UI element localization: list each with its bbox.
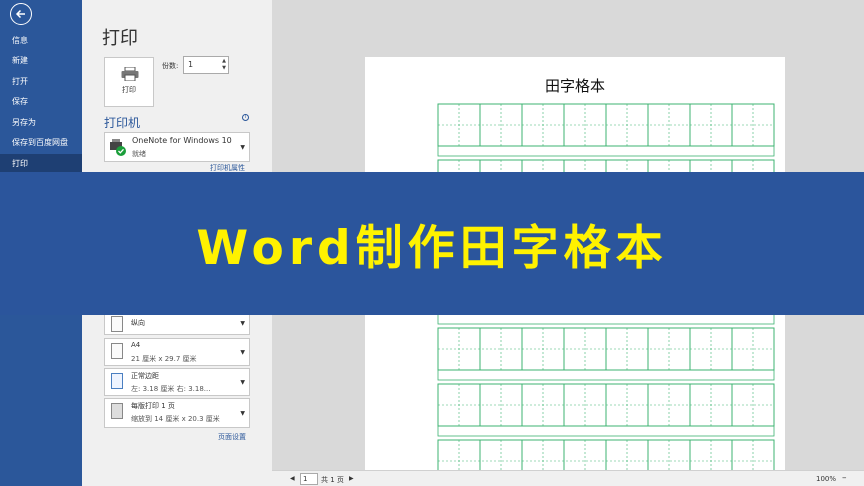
printer-name: OneNote for Windows 10 [132,136,232,145]
nav-save-to-baidu[interactable]: 保存到百度网盘 [0,133,82,153]
zoom-level[interactable]: 100% [816,475,836,483]
printer-ready-icon [110,139,126,156]
pages-per-sheet-value: 每版打印 1 页 [131,402,175,410]
nav-save-as[interactable]: 另存为 [0,113,82,133]
grid-spacer [437,145,775,157]
chevron-down-icon: ▼ [240,144,245,151]
back-button[interactable] [10,3,32,25]
page-total: 共 1 页 [321,476,344,484]
scale-detail: 缩放到 14 厘米 x 20.3 厘米 [131,415,220,423]
paper-size-dimensions: 21 厘米 x 29.7 厘米 [131,355,197,363]
page-setup-link[interactable]: 页面设置 [218,432,246,442]
page-title: 打印 [102,28,138,49]
prev-page-icon[interactable]: ◀ [290,475,295,482]
copies-label: 份数: [162,62,179,70]
pages-per-sheet-icon [111,403,123,419]
nav-save[interactable]: 保存 [0,92,82,112]
grid-spacer [437,425,775,437]
printer-heading: 打印机 [104,116,141,130]
copies-input[interactable]: 1 ▲ ▼ [183,56,229,74]
nav-open[interactable]: 打开 [0,72,82,92]
print-button[interactable]: 打印 [104,57,154,107]
portrait-page-icon [111,316,123,332]
nav-print[interactable]: 打印 [0,154,82,174]
copies-value: 1 [188,60,194,69]
print-button-label: 打印 [122,86,136,94]
margins-icon [111,373,123,389]
status-bar: ◀ 1 共 1 页 ▶ 100% – [272,470,864,486]
zoom-out-icon[interactable]: – [842,473,847,483]
grid-spacer [437,369,775,381]
document-title: 田字格本 [544,77,605,95]
copies-spinner[interactable]: ▲ ▼ [222,58,226,72]
pages-per-sheet-select[interactable]: 每版打印 1 页 缩放到 14 厘米 x 20.3 厘米 ▼ [104,398,250,428]
next-page-icon[interactable]: ▶ [349,475,354,482]
info-icon[interactable]: i [242,114,249,121]
chevron-down-icon: ▼ [240,320,245,327]
chevron-down-icon: ▼ [240,349,245,356]
margins-select[interactable]: 正常边距 左: 3.18 厘米 右: 3.18... ▼ [104,368,250,396]
grid-spacer [437,313,775,325]
margins-detail: 左: 3.18 厘米 右: 3.18... [131,385,211,393]
nav-info[interactable]: 信息 [0,31,82,51]
banner-title: Word制作田字格本 [196,221,668,276]
margins-value: 正常边距 [131,372,159,380]
paper-size-select[interactable]: A4 21 厘米 x 29.7 厘米 ▼ [104,338,250,366]
nav-new[interactable]: 新建 [0,51,82,71]
printer-icon [121,67,139,81]
back-arrow-icon [15,9,25,19]
paper-size-value: A4 [131,341,141,349]
chevron-down-icon: ▼ [240,379,245,386]
page-number-input[interactable]: 1 [300,473,318,485]
printer-status: 就绪 [132,150,146,158]
chevron-down-icon: ▼ [240,410,245,417]
paper-icon [111,343,123,359]
printer-select[interactable]: OneNote for Windows 10 就绪 ▼ [104,132,250,162]
title-banner: Word制作田字格本 [0,172,864,315]
orientation-value: 纵向 [131,319,145,327]
